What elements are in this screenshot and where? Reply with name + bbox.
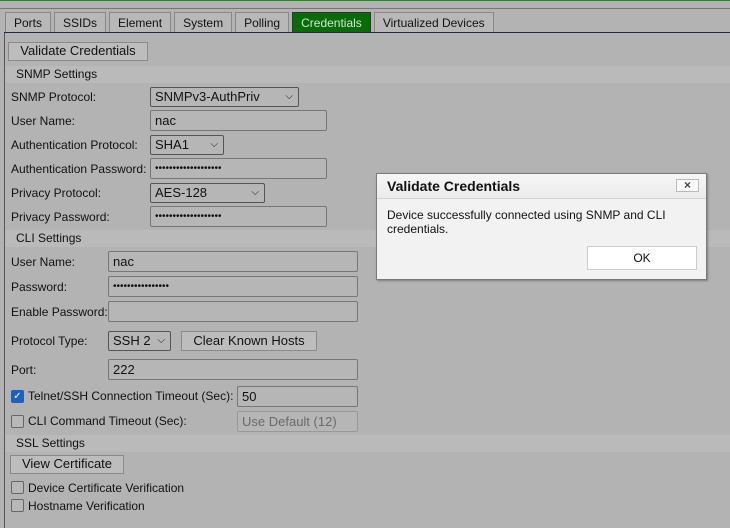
panel-left-border [4, 33, 5, 528]
tab-element[interactable]: Element [109, 12, 172, 33]
snmp-username-input[interactable]: nac [150, 110, 327, 131]
privacy-protocol-label: Privacy Protocol: [11, 186, 102, 200]
tab-ssids[interactable]: SSIDs [54, 12, 107, 33]
auth-protocol-label: Authentication Protocol: [11, 138, 138, 152]
privacy-password-input[interactable]: ••••••••••••••••••• [150, 206, 327, 227]
tab-ports[interactable]: Ports [5, 12, 52, 33]
tab-system[interactable]: System [174, 12, 233, 33]
protocol-type-label: Protocol Type: [11, 334, 88, 348]
device-cert-checkbox[interactable] [11, 481, 24, 494]
cmd-timeout-input: Use Default (12) [237, 411, 358, 432]
device-cert-label: Device Certificate Verification [28, 481, 185, 495]
check-icon: ✓ [13, 391, 22, 402]
auth-protocol-select[interactable]: SHA1 ⌵ [150, 135, 224, 155]
top-divider [0, 8, 730, 9]
cmd-timeout-label: CLI Command Timeout (Sec): [28, 414, 187, 428]
dialog-message: Device successfully connected using SNMP… [387, 208, 666, 236]
privacy-password-label: Privacy Password: [11, 210, 110, 224]
auth-password-input[interactable]: ••••••••••••••••••• [150, 158, 327, 179]
tab-virtualized-devices[interactable]: Virtualized Devices [373, 12, 494, 33]
ok-button[interactable]: OK [587, 246, 697, 270]
snmp-settings-header: SNMP Settings [5, 66, 730, 83]
protocol-type-select[interactable]: SSH 2 ⌵ [108, 331, 171, 351]
auth-password-label: Authentication Password: [11, 162, 147, 176]
chevron-down-icon: ⌵ [157, 335, 165, 346]
dialog-title: Validate Credentials [387, 178, 521, 194]
validate-credentials-button[interactable]: Validate Credentials [8, 42, 148, 61]
port-label: Port: [11, 363, 37, 377]
tab-bar: Ports SSIDs Element System Polling Crede… [5, 12, 497, 33]
snmp-protocol-value: SNMPv3-AuthPriv [155, 89, 260, 104]
tab-credentials[interactable]: Credentials [292, 12, 371, 33]
cmd-timeout-checkbox[interactable] [11, 415, 24, 428]
chevron-down-icon: ⌵ [285, 91, 293, 102]
close-icon[interactable]: × [676, 179, 699, 192]
conn-timeout-label: Telnet/SSH Connection Timeout (Sec): [28, 389, 234, 403]
hostname-checkbox[interactable] [11, 499, 24, 512]
cli-username-input[interactable]: nac [108, 251, 358, 272]
port-input[interactable]: 222 [108, 359, 358, 380]
chevron-down-icon: ⌵ [210, 139, 218, 150]
snmp-username-label: User Name: [11, 114, 76, 128]
validate-credentials-dialog: Validate Credentials × Device successful… [376, 173, 707, 280]
privacy-protocol-select[interactable]: AES-128 ⌵ [150, 183, 265, 203]
ssl-settings-header: SSL Settings [5, 435, 730, 452]
hostname-label: Hostname Verification [28, 499, 145, 513]
conn-timeout-checkbox[interactable]: ✓ [11, 390, 24, 403]
conn-timeout-input[interactable]: 50 [237, 386, 358, 407]
chevron-down-icon: ⌵ [251, 187, 259, 198]
clear-known-hosts-button[interactable]: Clear Known Hosts [181, 331, 317, 351]
enable-password-label: Enable Password: [11, 305, 108, 319]
dialog-header: Validate Credentials × [377, 174, 706, 199]
cli-password-input[interactable]: •••••••••••••••• [108, 276, 358, 297]
top-accent-line [0, 0, 730, 1]
ssl-settings-title: SSL Settings [16, 436, 85, 450]
cli-username-label: User Name: [11, 255, 76, 269]
cli-password-label: Password: [11, 280, 68, 294]
enable-password-input[interactable] [108, 301, 358, 322]
privacy-protocol-value: AES-128 [155, 185, 208, 200]
tab-underline [4, 32, 730, 33]
view-certificate-button[interactable]: View Certificate [10, 455, 124, 474]
tab-polling[interactable]: Polling [235, 12, 290, 33]
snmp-settings-title: SNMP Settings [16, 67, 98, 81]
protocol-type-value: SSH 2 [113, 333, 151, 348]
snmp-protocol-select[interactable]: SNMPv3-AuthPriv ⌵ [150, 87, 299, 107]
auth-protocol-value: SHA1 [155, 137, 189, 152]
snmp-protocol-label: SNMP Protocol: [11, 90, 97, 104]
cli-settings-title: CLI Settings [16, 231, 82, 245]
